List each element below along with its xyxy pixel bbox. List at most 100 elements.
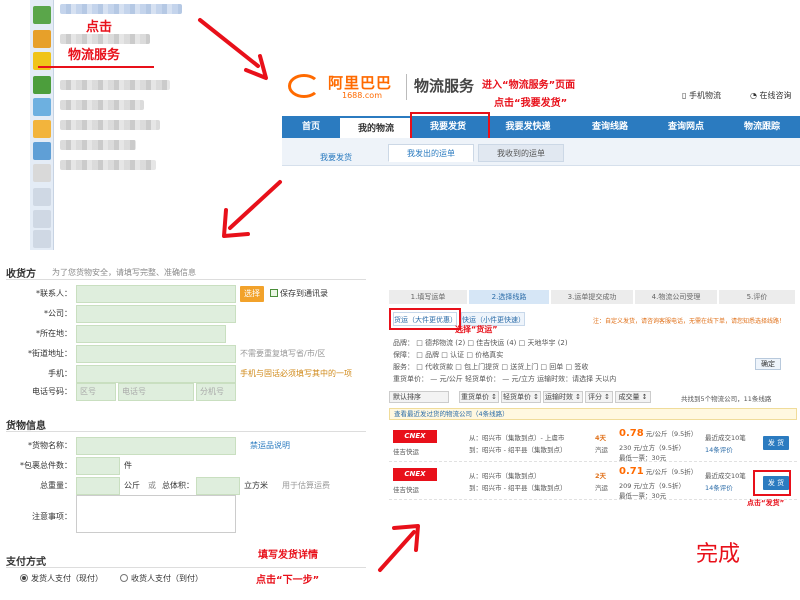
filter-price-row[interactable]: 重货单价： — 元/公斤 轻货单价： — 元/立方 运输时效：请选择 天以内 xyxy=(393,374,616,384)
transit-days: 2天 xyxy=(595,472,607,480)
logistics-portal: 阿里巴巴 1688.com 物流服务 进入“物流服务”页面 点击“我要发货” ▯… xyxy=(282,62,800,172)
company-input[interactable] xyxy=(76,305,236,323)
packages-unit: 件 xyxy=(124,461,132,470)
notes-textarea[interactable] xyxy=(76,495,236,533)
top-notice: 注：自定义发货，请咨询客服电话，无需在线下单，请您知悉选择线路！ xyxy=(593,318,786,325)
result-row: CNEX 佳吉快运 从：昭兴市（集散到点） 到：昭兴市 - 绍平县（集散到点） … xyxy=(389,464,797,500)
nav-home[interactable]: 首页 xyxy=(282,116,340,138)
sort-light-price[interactable]: 轻货单价 ↕ xyxy=(501,391,541,403)
location-select[interactable] xyxy=(76,325,226,343)
nav-query-outlets[interactable]: 查询网点 xyxy=(648,116,724,138)
select-contact-button[interactable]: 选择 xyxy=(240,286,264,302)
logo-text: 阿里巴巴 xyxy=(328,74,393,92)
street-input[interactable] xyxy=(76,345,236,363)
filter-guarantee-row[interactable]: 保障： □ 品牌 □ 认证 □ 价格真实 xyxy=(393,350,503,360)
alibaba-logo-icon xyxy=(288,74,320,98)
phone-label: 电话号码： xyxy=(32,387,72,396)
pay-receiver-radio[interactable]: 收货人支付（到付） xyxy=(120,573,203,584)
packages-input[interactable] xyxy=(76,457,120,475)
chart-icon[interactable] xyxy=(33,30,51,48)
result-row: CNEX 佳吉快运 从：昭兴市（集散到点）- 上虞市 到：昭兴市 - 绍平县（集… xyxy=(389,426,797,462)
underline-mark xyxy=(38,66,154,68)
mobile-logistics-link[interactable]: ▯ 手机物流 xyxy=(682,90,721,101)
pay-sender-radio[interactable]: 发货人支付（现付） xyxy=(20,573,103,584)
sort-heavy-price[interactable]: 重货单价 ↕ xyxy=(459,391,499,403)
step-3: 3.运单提交成功 xyxy=(551,290,633,304)
phone-number-input[interactable]: 电话号 xyxy=(118,383,194,401)
calendar-icon[interactable] xyxy=(33,164,51,182)
service-title: 物流服务 xyxy=(414,77,475,95)
arrow-step1-to-step2 xyxy=(198,18,268,80)
step-1: 1.填写运单 xyxy=(389,290,467,304)
sort-select[interactable]: 默认排序 xyxy=(389,391,449,403)
mobile-note: 手机与固话必须填写其中的一项 xyxy=(240,369,352,378)
tab-received-waybills[interactable]: 我收到的运单 xyxy=(478,144,564,162)
app-sidebar xyxy=(30,0,54,250)
filter-service-row[interactable]: 服务： □ 代收货款 □ 包上门提货 □ 送货上门 □ 回单 □ 签收 xyxy=(393,362,588,372)
phone-area-input[interactable]: 区号 xyxy=(76,383,116,401)
volume-input[interactable] xyxy=(196,477,240,495)
filter-brand-row[interactable]: 品牌： □ 德邦物流 (2) □ 佳吉快运 (4) □ 天地华宇 (2) xyxy=(393,338,568,348)
sort-volume[interactable]: 成交量 ↕ xyxy=(615,391,651,403)
shield-icon[interactable] xyxy=(33,76,51,94)
sort-transit-time[interactable]: 运输时效 ↕ xyxy=(543,391,583,403)
confirm-filter-button[interactable]: 确定 xyxy=(755,358,781,370)
save-to-addressbook-checkbox[interactable]: 保存到通讯录 xyxy=(270,288,328,299)
heavy-price-unit: 元/公斤（9.5折） xyxy=(645,430,698,438)
mobile-label: 手机： xyxy=(48,369,72,378)
receiver-section-title: 收货方 xyxy=(6,269,36,280)
goods-section-title: 货物信息 xyxy=(6,421,46,432)
packages-label: *包裹总件数： xyxy=(20,461,72,470)
portal-annotation-1: 进入“物流服务”页面 xyxy=(482,80,576,91)
carrier-name[interactable]: 佳吉快运 xyxy=(393,446,419,456)
nav-my-logistics[interactable]: 我的物流 xyxy=(340,116,412,138)
goods-name-input[interactable] xyxy=(76,437,236,455)
nav-send-express[interactable]: 我要发快递 xyxy=(484,116,572,138)
blurred-contact-list xyxy=(56,0,186,250)
or-text: 或 xyxy=(148,481,156,490)
cargo-annotation: 选择“货运” xyxy=(455,325,498,334)
wrench-icon[interactable] xyxy=(33,210,51,228)
logo-subtext: 1688.com xyxy=(342,91,382,100)
minimum-fee: 最低一票：30元 xyxy=(619,454,667,462)
company-label: *公司： xyxy=(44,309,72,318)
street-note: 不需要重复填写省/市/区 xyxy=(240,349,326,358)
light-price: 230 元/立方（9.5折） xyxy=(619,444,685,452)
online-consult-link[interactable]: ◔ 在线咨询 xyxy=(750,90,792,101)
mobile-input[interactable] xyxy=(76,365,236,383)
phone-icon: ▯ xyxy=(682,91,689,100)
app-icon-green[interactable] xyxy=(33,6,51,24)
tab-sent-waybills[interactable]: 我发出的运单 xyxy=(388,144,474,162)
main-nav: 首页 我的物流 我要发货 我要发快递 查询线路 查询网点 物流跟踪 xyxy=(282,116,800,138)
route-from: 从：昭兴市（集散到点） xyxy=(469,472,541,480)
carrier-name[interactable]: 佳吉快运 xyxy=(393,484,419,494)
sort-rating[interactable]: 评分 ↕ xyxy=(585,391,613,403)
step1-annotation-click: 点击 xyxy=(86,20,113,35)
weight-label: 总重量： xyxy=(40,481,72,490)
heavy-price-unit: 元/公斤（9.5折） xyxy=(645,468,698,476)
receiver-section-hint: 为了您货物安全，请填写完整、准确信息 xyxy=(52,268,196,277)
ship-button[interactable]: 发 货 xyxy=(763,436,789,450)
prohibited-goods-link[interactable]: 禁运品说明 xyxy=(250,440,290,451)
image-icon[interactable] xyxy=(33,142,51,160)
payment-section-title: 支付方式 xyxy=(6,557,46,568)
nav-tracking[interactable]: 物流跟踪 xyxy=(724,116,800,138)
star-icon[interactable] xyxy=(33,120,51,138)
recent-carriers-notice[interactable]: 查看最近发过货的物流公司（4条线路） xyxy=(389,408,797,420)
notes-label: 注意事项： xyxy=(32,512,72,521)
light-price: 209 元/立方（9.5折） xyxy=(619,482,685,490)
result-count: 共找到5个物流公司，11条线路 xyxy=(681,395,772,403)
plus-icon[interactable] xyxy=(33,230,51,248)
phone-ext-input[interactable]: 分机号 xyxy=(196,383,236,401)
transport-mode: 汽运 xyxy=(595,484,608,492)
reviews-link[interactable]: 14条评价 xyxy=(705,444,733,454)
contact-input[interactable] xyxy=(76,285,236,303)
weight-input[interactable] xyxy=(76,477,120,495)
nav-query-routes[interactable]: 查询线路 xyxy=(572,116,648,138)
scroll-arrows-icon[interactable] xyxy=(33,188,51,206)
shipping-form: 收货方 为了您货物安全，请填写完整、准确信息 *联系人： 选择 保存到通讯录 *… xyxy=(0,255,372,600)
app-icon-blue[interactable] xyxy=(33,98,51,116)
reviews-link[interactable]: 14条评价 xyxy=(705,482,733,492)
sub-ship-goods-label[interactable]: 我要发货 xyxy=(320,152,352,163)
form-annotation-1: 填写发货详情 xyxy=(258,550,318,561)
